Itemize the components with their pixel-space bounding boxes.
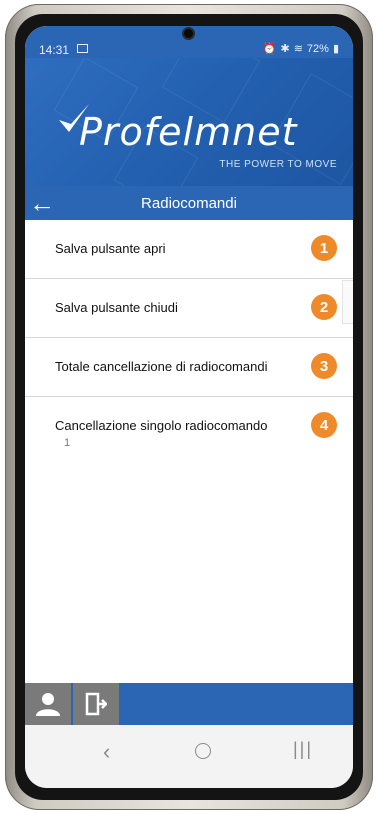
- list-item-subvalue: 1: [64, 437, 71, 449]
- phone-bezel: 14:31 ⏰ ✱ ≋ 72% ▮ Profelmnet THE POWER T…: [15, 14, 363, 800]
- phone-frame: 14:31 ⏰ ✱ ≋ 72% ▮ Profelmnet THE POWER T…: [5, 4, 373, 810]
- nav-back-icon[interactable]: ‹: [103, 739, 110, 765]
- alarm-icon: ⏰: [262, 43, 277, 55]
- number-badge: 2: [311, 294, 337, 320]
- app-header: ← Radiocomandi: [25, 186, 353, 220]
- nav-home-icon[interactable]: [195, 743, 211, 759]
- number-badge: 1: [311, 235, 337, 261]
- front-camera: [182, 27, 195, 40]
- list-item-save-close[interactable]: Salva pulsante chiudi 2: [25, 279, 353, 338]
- number-badge: 3: [311, 353, 337, 379]
- list-item-label: Totale cancellazione di radiocomandi: [55, 359, 268, 374]
- list-item-save-open[interactable]: Salva pulsante apri 1: [25, 220, 353, 279]
- list-item-label: Salva pulsante apri: [55, 241, 166, 256]
- battery-icon: ▮: [332, 43, 339, 55]
- brand-logo-text: Profelmnet: [79, 110, 298, 154]
- gallery-icon: [77, 44, 88, 53]
- list-item-delete-all[interactable]: Totale cancellazione di radiocomandi 3: [25, 338, 353, 397]
- status-icons: ⏰ ✱ ≋ 72% ▮: [262, 42, 339, 56]
- wifi-icon: ≋: [293, 43, 303, 55]
- page-title: Radiocomandi: [141, 195, 237, 212]
- user-icon: [36, 693, 60, 716]
- status-time: 14:31: [39, 43, 70, 57]
- system-nav-bar: ‹ |||: [25, 725, 353, 788]
- user-button[interactable]: [25, 683, 71, 725]
- bluetooth-icon: ✱: [280, 43, 290, 55]
- number-badge: 4: [311, 412, 337, 438]
- bottom-app-bar: [25, 683, 353, 725]
- brand-tagline: THE POWER TO MOVE: [219, 159, 337, 170]
- scroll-edge: [342, 280, 353, 324]
- exit-door-icon: [85, 692, 107, 716]
- list-item-label: Cancellazione singolo radiocomando: [55, 418, 268, 433]
- brand-banner: Profelmnet THE POWER TO MOVE: [25, 58, 353, 186]
- exit-button[interactable]: [73, 683, 119, 725]
- menu-list: Salva pulsante apri 1 Salva pulsante chi…: [25, 220, 353, 461]
- nav-recent-apps-icon[interactable]: |||: [293, 739, 313, 760]
- list-item-delete-single[interactable]: Cancellazione singolo radiocomando 1 4: [25, 397, 353, 461]
- list-item-label: Salva pulsante chiudi: [55, 300, 178, 315]
- screen: 14:31 ⏰ ✱ ≋ 72% ▮ Profelmnet THE POWER T…: [25, 26, 353, 788]
- battery-percent: 72%: [306, 42, 329, 55]
